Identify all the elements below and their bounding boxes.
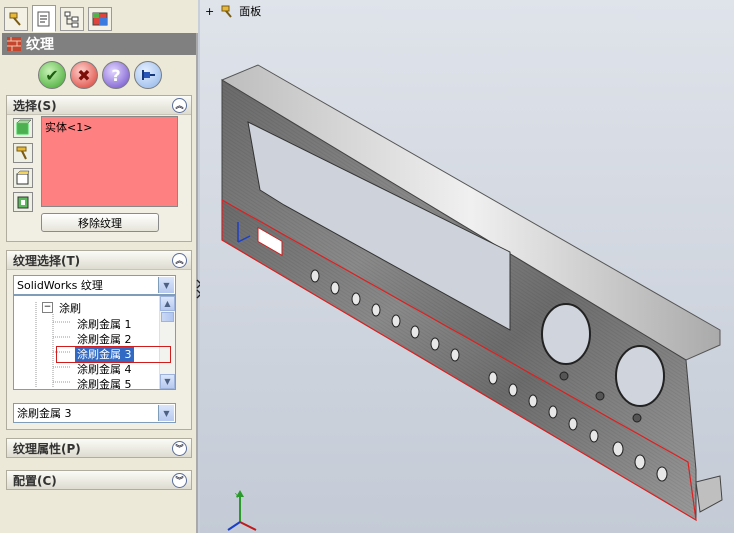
configurations-label: 配置(C) [13,473,57,488]
texture-library-value: SolidWorks 纹理 [17,279,103,292]
display-manager-tab[interactable] [88,7,112,31]
ok-icon: ✔ [45,65,59,85]
texture-properties-header[interactable]: 纹理属性(P) ︾ [7,439,191,457]
expand-chevron-icon[interactable]: ︾ [172,473,187,488]
texture-tree[interactable]: − 涂刷 涂刷金属 1 涂刷金属 2 涂刷金属 3 涂刷金属 4 涂刷金属 5 … [13,295,176,390]
round-hole [615,345,665,407]
property-manager-icon [37,11,50,26]
graphics-viewport[interactable]: + 面板 Y [200,0,734,533]
selection-header-label: 选择(S) [13,98,57,113]
feature-manager-tab[interactable] [4,7,28,31]
current-texture-dropdown[interactable]: 涂刷金属 3 ▼ [13,403,176,423]
pin-icon [142,70,155,80]
tree-item-label: 涂刷金属 5 [77,377,132,390]
reference-triad: Y [227,490,257,531]
feature-title-bar: 纹理 [2,33,196,55]
panel-model[interactable] [200,0,734,533]
scroll-thumb[interactable] [161,312,174,322]
action-buttons-row: ✔ ✖ ? [0,58,198,92]
tree-folder-label: 涂刷 [59,301,81,315]
select-components-icon[interactable] [13,192,33,212]
property-manager: 纹理 ✔ ✖ ? 选择(S) ︽ 实体<1> 移除纹理 纹理选择(T) ︽ So… [0,0,198,533]
bottom-flange [695,475,723,513]
select-bodies-icon[interactable] [13,118,33,138]
select-faces-icon[interactable] [13,168,33,188]
pin-button[interactable] [134,61,162,89]
configurations-section: 配置(C) ︾ [6,470,192,490]
tree-scrollbar[interactable]: ▲ ▼ [159,296,175,389]
texture-selection-section: 纹理选择(T) ︽ SolidWorks 纹理 ▼ − 涂刷 涂刷金属 1 涂刷… [6,250,192,430]
tree-item[interactable]: 涂刷金属 2 [77,331,132,346]
texture-selection-header-label: 纹理选择(T) [13,253,81,268]
tree-item[interactable]: 涂刷金属 5 [77,376,132,390]
round-hole [541,303,591,365]
selected-body[interactable]: 实体<1> [45,121,92,134]
current-texture-value: 涂刷金属 3 [17,407,72,420]
select-features-icon[interactable] [13,143,33,163]
selected-texture-highlight [56,346,171,363]
help-icon: ? [111,65,121,85]
collapse-chevron-icon[interactable]: ︽ [172,98,187,113]
configurations-header[interactable]: 配置(C) ︾ [7,471,191,489]
triad-y-label: Y [234,492,240,500]
remove-texture-button[interactable]: 移除纹理 [41,213,159,232]
expand-minus-icon[interactable]: − [42,302,53,313]
dropdown-arrow-icon[interactable]: ▼ [158,405,174,421]
help-button[interactable]: ? [102,61,130,89]
dropdown-arrow-icon[interactable]: ▼ [158,277,174,293]
property-manager-tab[interactable] [32,5,56,32]
configuration-manager-icon [64,11,79,28]
scroll-up-icon[interactable]: ▲ [160,296,175,311]
tree-item-label: 涂刷金属 2 [77,332,132,346]
configuration-manager-tab[interactable] [60,7,84,31]
tree-item-label: 涂刷金属 1 [77,317,132,331]
selection-section: 选择(S) ︽ 实体<1> 移除纹理 [6,95,192,242]
cancel-button[interactable]: ✖ [70,61,98,89]
feature-title: 纹理 [26,37,54,53]
tree-folder-row[interactable]: − 涂刷 [42,300,81,315]
expand-chevron-icon[interactable]: ︾ [172,441,187,456]
display-manager-icon [92,12,108,26]
selection-list[interactable]: 实体<1> [41,116,178,207]
texture-library-dropdown[interactable]: SolidWorks 纹理 ▼ [13,275,176,295]
tree-item[interactable]: 涂刷金属 4 [77,361,132,376]
cancel-icon: ✖ [77,65,91,85]
texture-selection-header[interactable]: 纹理选择(T) ︽ [7,251,191,270]
ok-button[interactable]: ✔ [38,61,66,89]
texture-properties-label: 纹理属性(P) [13,441,81,456]
tree-item[interactable]: 涂刷金属 1 [77,316,132,331]
selection-header[interactable]: 选择(S) ︽ [7,96,191,115]
texture-icon [7,37,21,51]
collapse-chevron-icon[interactable]: ︽ [172,253,187,268]
scroll-down-icon[interactable]: ▼ [160,374,175,389]
feature-manager-icon [9,12,21,26]
manager-tabs [0,0,198,33]
texture-properties-section: 纹理属性(P) ︾ [6,438,192,458]
